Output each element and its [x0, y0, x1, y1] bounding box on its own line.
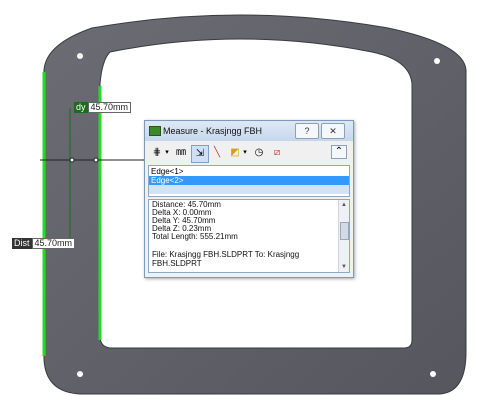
units-precision-icon[interactable]: ㎜ [173, 145, 189, 161]
measurement-history-icon[interactable]: ◷ [251, 145, 267, 161]
create-sensor-icon[interactable]: ⧄ [269, 145, 285, 161]
selection-list[interactable]: Edge<1> Edge<2> [148, 165, 350, 197]
hole-top-left [77, 53, 83, 59]
scroll-thumb[interactable] [340, 222, 349, 240]
dialog-titlebar[interactable]: Measure - Krasjngg FBH ? ✕ [145, 121, 353, 141]
help-button[interactable]: ? [295, 123, 319, 139]
dimension-value-dy: 45.70mm [87, 102, 132, 113]
hole-bottom-left [77, 371, 83, 377]
dimension-tag-dy: dy [74, 102, 88, 113]
dimension-point-1 [69, 157, 75, 163]
result-file-line-2: FBH.SLDPRT [152, 259, 202, 268]
scroll-up-icon[interactable]: ▲ [339, 200, 349, 210]
dialog-title: Measure - Krasjngg FBH [163, 126, 263, 136]
selection-item-empty[interactable] [149, 185, 349, 194]
dropdown-arrow-icon[interactable]: ▾ [163, 145, 171, 161]
measure-toolbar: ⋕ ▾ ㎜ ⇲ ╲ ◩ ▾ ◷ ⧄ ⌃ [145, 143, 353, 163]
selection-item-edge-2[interactable]: Edge<2> [149, 176, 349, 185]
close-button[interactable]: ✕ [321, 123, 345, 139]
selection-item-edge-1[interactable]: Edge<1> [149, 167, 349, 176]
hole-bottom-right [430, 371, 436, 377]
result-total-length: Total Length: 555.21mm [152, 232, 238, 241]
dimension-label-dist[interactable]: Dist 45.70mm [12, 238, 76, 249]
show-xyz-icon[interactable]: ⇲ [191, 145, 209, 163]
measure-app-icon [149, 126, 161, 136]
dimension-label-dy[interactable]: dy 45.70mm [74, 102, 132, 113]
measure-dialog: Measure - Krasjngg FBH ? ✕ ⋕ ▾ ㎜ ⇲ ╲ ◩ ▾… [144, 120, 354, 278]
dimension-tag-dist: Dist [12, 238, 32, 249]
point-to-point-icon[interactable]: ╲ [209, 145, 225, 161]
projection-dropdown-icon[interactable]: ▾ [241, 145, 249, 161]
scroll-down-icon[interactable]: ▼ [339, 262, 349, 272]
hole-top-right [434, 58, 440, 64]
collapse-button[interactable]: ⌃ [331, 145, 347, 159]
dimension-value-dist: 45.70mm [31, 238, 76, 249]
results-pane[interactable]: Distance: 45.70mm Delta X: 0.00mm Delta … [148, 199, 350, 273]
results-scrollbar[interactable]: ▲ ▼ [338, 200, 349, 272]
dimension-point-2 [93, 157, 99, 163]
